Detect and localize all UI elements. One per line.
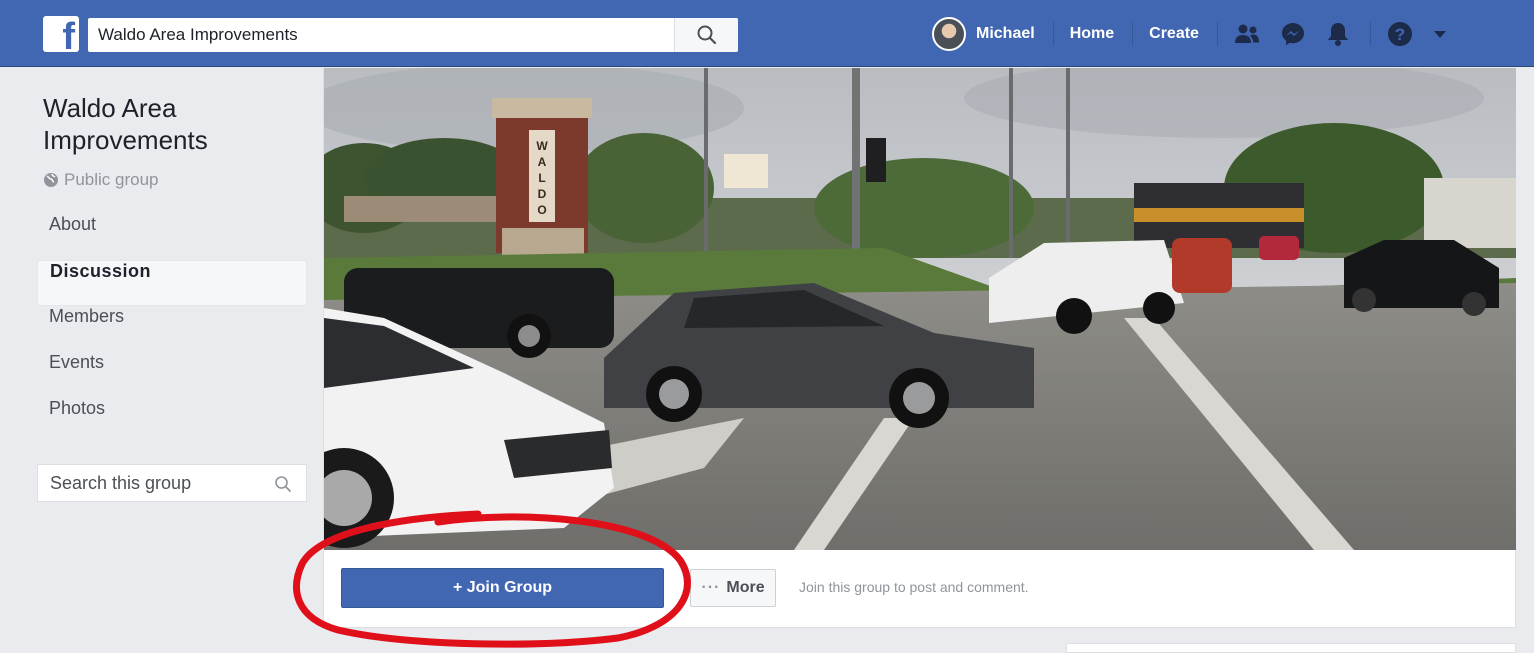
avatar[interactable]: [932, 17, 966, 51]
top-nav-right: Michael Home Create ?: [932, 16, 1467, 52]
account-menu-button[interactable]: [1433, 29, 1447, 39]
sidebar-item-discussion[interactable]: Discussion: [37, 260, 307, 306]
group-title[interactable]: Waldo Area Improvements: [43, 92, 303, 156]
nav-divider: [1052, 22, 1054, 46]
group-privacy: Public group: [43, 170, 159, 190]
search-icon: [697, 25, 717, 45]
more-dots-icon: ···: [701, 579, 721, 596]
monument-sign-letter: A: [538, 155, 547, 169]
top-nav-bar: f Michael Home Create: [0, 0, 1534, 67]
help-button[interactable]: ?: [1387, 21, 1413, 47]
nav-divider: [1132, 22, 1134, 46]
notifications-button[interactable]: [1326, 21, 1350, 47]
group-search: [37, 464, 307, 502]
messenger-icon: [1281, 23, 1304, 45]
sidebar-item-about[interactable]: About: [37, 214, 307, 260]
group-action-bar: + Join Group ··· More Join this group to …: [324, 550, 1516, 628]
group-sidebar-nav: About Discussion Members Events Photos: [37, 214, 307, 444]
messages-button[interactable]: [1280, 21, 1306, 47]
global-search: [88, 18, 738, 52]
sidebar-item-events[interactable]: Events: [37, 352, 307, 398]
notifications-icon: [1327, 23, 1348, 46]
globe-icon: [44, 173, 58, 187]
search-icon[interactable]: [274, 475, 292, 493]
join-hint-text: Join this group to post and comment.: [799, 579, 1029, 595]
join-group-button[interactable]: + Join Group: [341, 568, 664, 608]
profile-link[interactable]: Michael: [976, 25, 1053, 43]
right-column-card: [1066, 643, 1516, 653]
group-search-input[interactable]: [38, 465, 258, 501]
caret-down-icon: [1433, 31, 1446, 38]
monument-sign-letter: O: [537, 203, 546, 217]
cover-photo: W A L D O: [324, 68, 1516, 550]
more-label: More: [726, 579, 765, 596]
more-button[interactable]: ··· More: [690, 569, 776, 607]
create-link[interactable]: Create: [1149, 25, 1217, 43]
nav-divider: [1216, 22, 1218, 46]
home-link[interactable]: Home: [1070, 25, 1132, 43]
svg-text:?: ?: [1395, 25, 1405, 44]
monument-sign-letter: D: [538, 187, 547, 201]
group-header-card: W A L D O + Join Group ··· More Join thi…: [323, 68, 1516, 628]
monument-sign-letter: W: [536, 139, 548, 153]
facebook-logo-icon[interactable]: f: [43, 16, 79, 56]
monument-sign-letter: L: [538, 171, 545, 185]
friend-requests-button[interactable]: [1234, 23, 1260, 45]
help-icon: ?: [1387, 22, 1412, 46]
global-search-input[interactable]: [88, 18, 678, 52]
group-type-label: Public group: [64, 170, 159, 189]
sidebar-item-photos[interactable]: Photos: [37, 398, 307, 444]
nav-divider: [1369, 22, 1371, 46]
sidebar-item-members[interactable]: Members: [37, 306, 307, 352]
friends-icon: [1234, 24, 1259, 43]
global-search-button[interactable]: [674, 18, 738, 52]
